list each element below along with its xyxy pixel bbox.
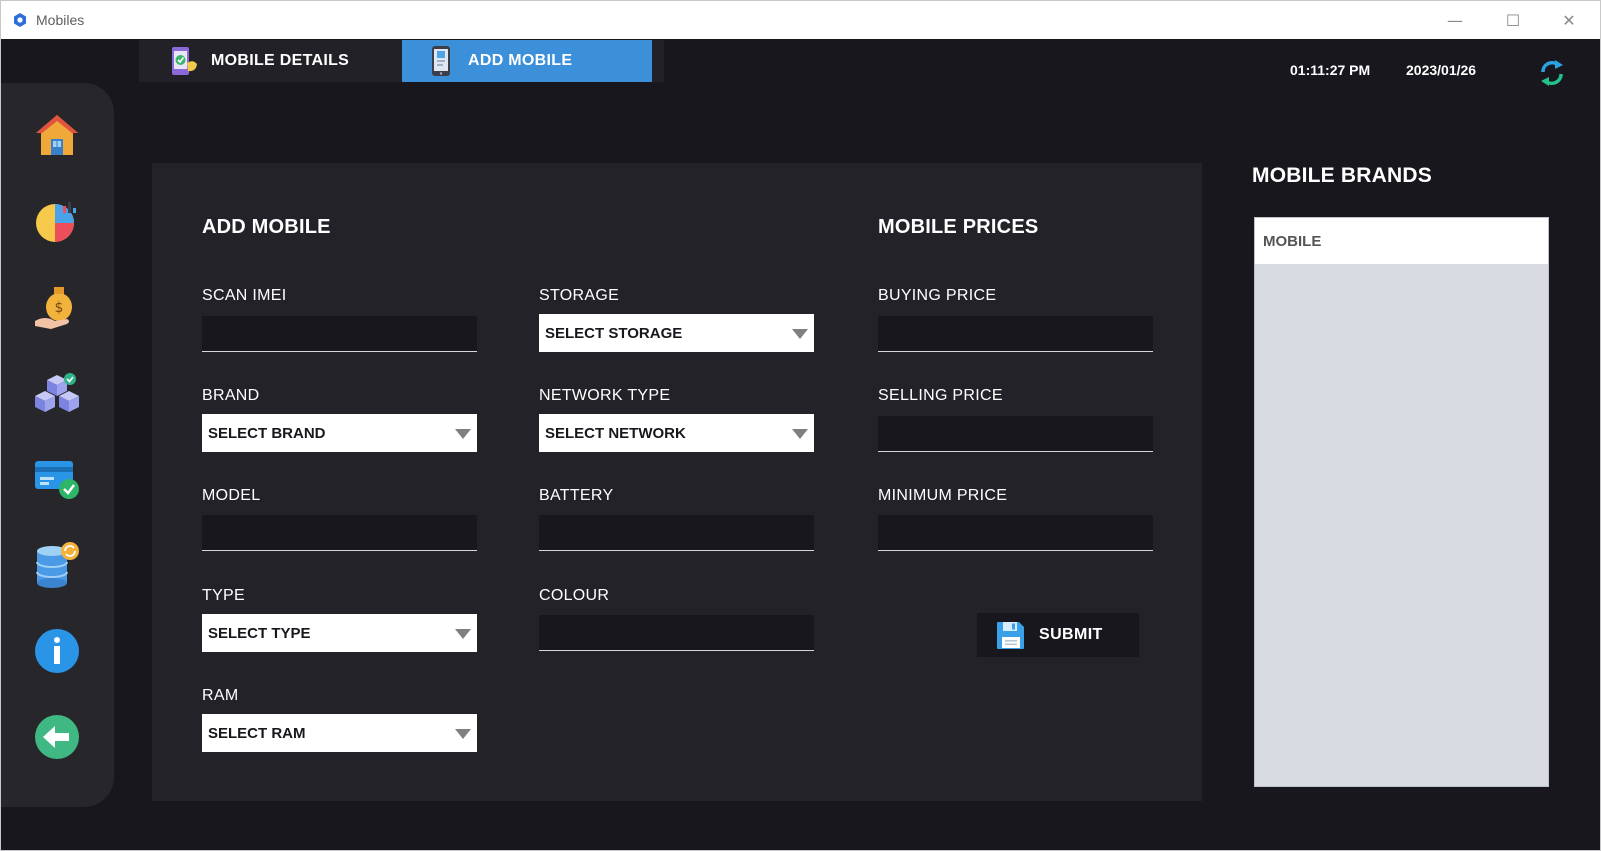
selling-price-input[interactable] <box>878 416 1153 452</box>
window-title: Mobiles <box>36 12 85 28</box>
close-button[interactable]: ✕ <box>1541 1 1597 39</box>
maximize-button[interactable]: ☐ <box>1485 1 1541 39</box>
minimum-price-label: MINIMUM PRICE <box>878 487 1008 504</box>
database-sync-icon[interactable] <box>33 541 81 589</box>
brand-select[interactable]: SELECT BRAND <box>202 414 477 452</box>
svg-text:$: $ <box>55 300 64 316</box>
minimum-price-input[interactable] <box>878 515 1153 551</box>
network-type-select[interactable]: SELECT NETWORK <box>539 414 814 452</box>
stock-boxes-icon[interactable] <box>33 369 81 417</box>
save-icon <box>997 622 1024 649</box>
mobile-column-header[interactable]: MOBILE <box>1255 218 1548 264</box>
ram-select[interactable]: SELECT RAM <box>202 714 477 752</box>
tab-mobile-details[interactable]: MOBILE DETAILS <box>139 40 402 82</box>
scan-imei-input[interactable] <box>202 316 477 352</box>
payment-card-icon[interactable] <box>33 455 81 503</box>
clock-date: 2023/01/26 <box>1406 62 1477 78</box>
mobile-brands-heading: MOBILE BRANDS <box>1252 164 1432 187</box>
battery-label: BATTERY <box>539 487 614 504</box>
add-mobile-panel <box>152 163 1202 801</box>
tab-add-mobile-label: ADD MOBILE <box>468 52 573 69</box>
smartphone-icon <box>432 46 450 76</box>
mobile-prices-heading: MOBILE PRICES <box>878 216 1039 238</box>
tab-mobile-details-label: MOBILE DETAILS <box>211 52 350 69</box>
money-bag-icon[interactable]: $ <box>33 283 81 331</box>
minimize-button[interactable]: — <box>1427 1 1483 39</box>
storage-select-value: SELECT STORAGE <box>545 324 683 342</box>
network-type-label: NETWORK TYPE <box>539 387 671 404</box>
ram-label: RAM <box>202 687 239 704</box>
type-label: TYPE <box>202 587 245 604</box>
app-window: Mobiles — ☐ ✕ MOBILE DETAILS ADD MOBILE … <box>0 0 1601 851</box>
submit-button[interactable]: SUBMIT <box>977 613 1139 657</box>
add-mobile-heading: ADD MOBILE <box>202 216 331 238</box>
chevron-down-icon <box>455 729 471 739</box>
back-arrow-icon[interactable] <box>33 713 81 761</box>
mobile-brands-table[interactable]: MOBILE <box>1254 217 1549 787</box>
colour-label: COLOUR <box>539 587 610 604</box>
tab-add-mobile[interactable]: ADD MOBILE <box>402 40 652 82</box>
scan-imei-label: SCAN IMEI <box>202 287 287 304</box>
sidebar: $ <box>1 83 114 807</box>
phone-check-icon <box>172 47 197 75</box>
storage-select[interactable]: SELECT STORAGE <box>539 314 814 352</box>
clock-time: 01:11:27 PM <box>1290 62 1371 78</box>
chevron-down-icon <box>455 429 471 439</box>
network-type-select-value: SELECT NETWORK <box>545 424 686 442</box>
selling-price-label: SELLING PRICE <box>878 387 1003 404</box>
buying-price-input[interactable] <box>878 316 1153 352</box>
brand-select-value: SELECT BRAND <box>208 424 326 442</box>
refresh-icon[interactable] <box>1535 56 1569 90</box>
battery-input[interactable] <box>539 515 814 551</box>
brand-label: BRAND <box>202 387 260 404</box>
type-select[interactable]: SELECT TYPE <box>202 614 477 652</box>
tab-bar: MOBILE DETAILS ADD MOBILE <box>139 40 664 82</box>
buying-price-label: BUYING PRICE <box>878 287 997 304</box>
submit-label: SUBMIT <box>1039 626 1103 643</box>
chevron-down-icon <box>792 429 808 439</box>
storage-label: STORAGE <box>539 287 620 304</box>
model-input[interactable] <box>202 515 477 551</box>
title-bar: Mobiles — ☐ ✕ <box>1 1 1600 39</box>
colour-input[interactable] <box>539 615 814 651</box>
chevron-down-icon <box>792 329 808 339</box>
chevron-down-icon <box>455 629 471 639</box>
app-logo-icon <box>14 13 26 27</box>
info-icon[interactable] <box>33 627 81 675</box>
type-select-value: SELECT TYPE <box>208 624 311 642</box>
pie-chart-icon[interactable] <box>33 197 81 245</box>
ram-select-value: SELECT RAM <box>208 724 306 742</box>
model-label: MODEL <box>202 487 261 504</box>
home-icon[interactable] <box>33 111 81 159</box>
